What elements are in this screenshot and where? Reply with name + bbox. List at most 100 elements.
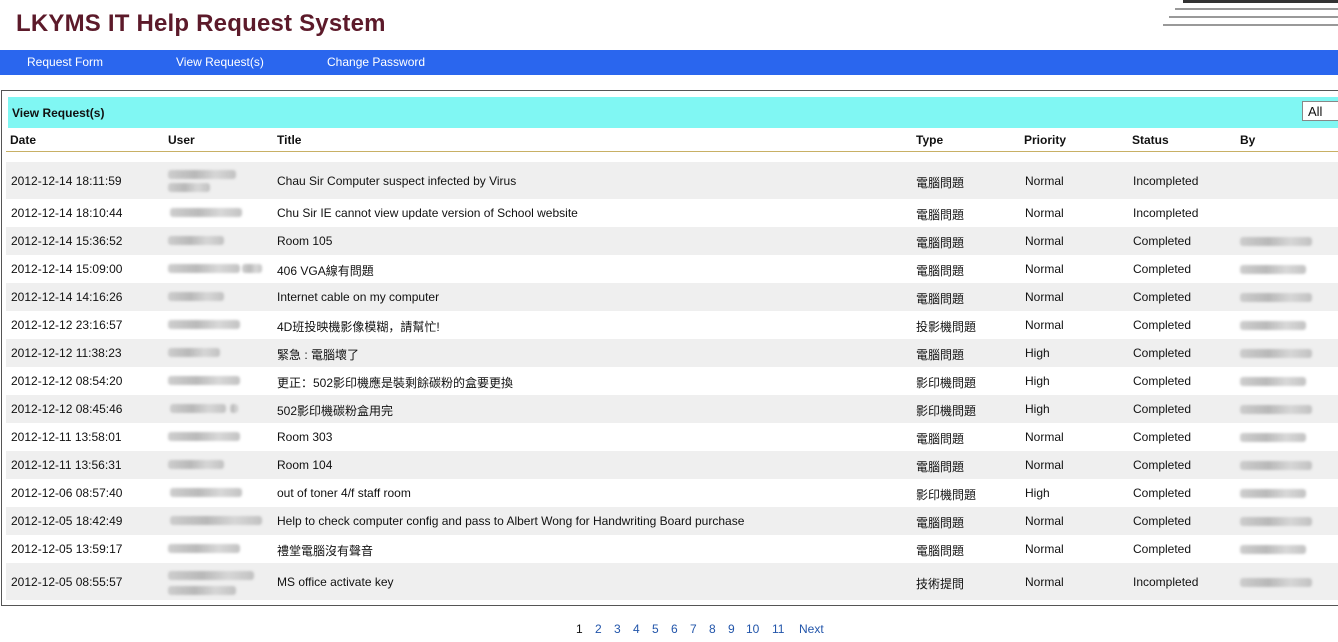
table-row[interactable]: 2012-12-05 18:42:49 Help to check compute… — [6, 507, 1338, 535]
redacted-user — [168, 432, 240, 441]
row-priority: Normal — [1025, 206, 1064, 220]
row-date: 2012-12-05 08:55:57 — [11, 575, 123, 589]
row-type: 電腦問題 — [916, 176, 965, 190]
redacted-user — [168, 586, 236, 595]
page-link-11[interactable]: 11 — [772, 622, 784, 636]
redacted-user — [242, 264, 262, 273]
redacted-user — [168, 376, 240, 385]
row-type: 電腦問題 — [916, 236, 965, 250]
nav-request-form[interactable]: Request Form — [27, 55, 103, 69]
col-header-type[interactable]: Type — [916, 133, 943, 147]
redacted-user — [170, 488, 242, 497]
row-type: 電腦問題 — [916, 544, 965, 558]
page-link-7[interactable]: 7 — [690, 622, 697, 636]
col-header-by[interactable]: By — [1240, 133, 1255, 147]
row-priority: Normal — [1025, 542, 1064, 556]
page-link-3[interactable]: 3 — [614, 622, 621, 636]
table-row[interactable]: 2012-12-11 13:58:01 Room 303 電腦問題 Normal Com… — [6, 423, 1338, 451]
row-date: 2012-12-14 14:16:26 — [11, 290, 123, 304]
table-row[interactable]: 2012-12-12 11:38:23 緊急 : 電腦壞了 電腦問題 High Comp… — [6, 339, 1338, 367]
row-title[interactable]: Chu Sir IE cannot view update version of… — [277, 206, 578, 220]
row-type: 電腦問題 — [916, 264, 965, 278]
col-header-priority[interactable]: Priority — [1024, 133, 1066, 147]
col-header-status[interactable]: Status — [1132, 133, 1169, 147]
row-title[interactable]: 4D班投映機影像模糊，請幫忙! — [277, 318, 440, 335]
row-date: 2012-12-11 13:58:01 — [11, 430, 122, 444]
redacted-user — [230, 404, 238, 413]
redacted-user — [168, 320, 240, 329]
table-row[interactable]: 2012-12-12 08:45:46 502影印機碳粉盒用完 影印機問題 High C… — [6, 395, 1338, 423]
row-priority: Normal — [1025, 430, 1064, 444]
table-row[interactable]: 2012-12-14 18:10:44 Chu Sir IE cannot vie… — [6, 199, 1338, 227]
redacted-user — [170, 208, 242, 217]
nav-view-requests[interactable]: View Request(s) — [176, 55, 264, 69]
table-row[interactable]: 2012-12-06 08:57:40 out of toner 4/f staf… — [6, 479, 1338, 507]
row-title[interactable]: Help to check computer config and pass t… — [277, 514, 744, 528]
panel-title: View Request(s) — [12, 106, 105, 120]
row-date: 2012-12-14 18:10:44 — [11, 206, 123, 220]
row-status: Completed — [1133, 402, 1192, 416]
row-title[interactable]: Room 303 — [277, 430, 332, 444]
table-row[interactable]: 2012-12-14 15:36:52 Room 105 電腦問題 Normal Com… — [6, 227, 1338, 255]
col-header-user[interactable]: User — [168, 133, 195, 147]
row-priority: Normal — [1025, 318, 1064, 332]
nav-change-password[interactable]: Change Password — [327, 55, 425, 69]
row-priority: High — [1025, 346, 1050, 360]
table-row[interactable]: 2012-12-12 08:54:20 更正：502影印機應是裝剩餘碳粉的盒要更換… — [6, 367, 1338, 395]
redacted-user — [168, 571, 254, 580]
row-title[interactable]: 禮堂電腦沒有聲音 — [277, 542, 373, 559]
logo-lines — [1163, 0, 1338, 26]
row-title[interactable]: MS office activate key — [277, 575, 394, 589]
row-type: 影印機問題 — [916, 488, 977, 502]
redacted-assignee — [1240, 377, 1306, 386]
table-row[interactable]: 2012-12-05 13:59:17 禮堂電腦沒有聲音 電腦問題 Normal Com… — [6, 535, 1338, 563]
redacted-user — [168, 264, 240, 273]
page-link-8[interactable]: 8 — [709, 622, 716, 636]
row-priority: High — [1025, 402, 1050, 416]
redacted-user — [168, 236, 224, 245]
redacted-assignee — [1240, 349, 1312, 358]
row-title[interactable]: out of toner 4/f staff room — [277, 486, 411, 500]
row-date: 2012-12-12 23:16:57 — [11, 318, 123, 332]
page-link-4[interactable]: 4 — [633, 622, 640, 636]
row-status: Completed — [1133, 542, 1192, 556]
page-link-9[interactable]: 9 — [728, 622, 735, 636]
row-priority: Normal — [1025, 575, 1064, 589]
next-page-link[interactable]: Next — [799, 622, 824, 636]
row-title[interactable]: 更正：502影印機應是裝剩餘碳粉的盒要更換 — [277, 374, 513, 391]
row-date: 2012-12-12 08:45:46 — [11, 402, 123, 416]
page-link-5[interactable]: 5 — [652, 622, 659, 636]
status-filter-select[interactable]: All — [1302, 101, 1338, 121]
row-date: 2012-12-14 15:09:00 — [11, 262, 123, 276]
row-title[interactable]: 406 VGA線有問題 — [277, 262, 374, 279]
page-link-10[interactable]: 10 — [746, 622, 759, 636]
redacted-user — [168, 544, 240, 553]
col-header-title[interactable]: Title — [277, 133, 301, 147]
row-title[interactable]: Chau Sir Computer suspect infected by Vi… — [277, 174, 516, 188]
row-status: Completed — [1133, 318, 1192, 332]
row-type: 電腦問題 — [916, 516, 965, 530]
row-title[interactable]: Internet cable on my computer — [277, 290, 439, 304]
redacted-assignee — [1240, 489, 1306, 498]
table-row[interactable]: 2012-12-05 08:55:57 MS office activate ke… — [6, 563, 1338, 600]
table-row[interactable]: 2012-12-14 18:11:59 Chau Sir Computer sus… — [6, 162, 1338, 199]
page-link-1: 1 — [576, 622, 583, 636]
col-header-date[interactable]: Date — [10, 133, 36, 147]
redacted-user — [168, 292, 224, 301]
row-type: 影印機問題 — [916, 376, 977, 390]
table-row[interactable]: 2012-12-14 14:16:26 Internet cable on my … — [6, 283, 1338, 311]
redacted-user — [168, 348, 220, 357]
page-link-6[interactable]: 6 — [671, 622, 678, 636]
table-row[interactable]: 2012-12-12 23:16:57 4D班投映機影像模糊，請幫忙! 投影機問題 N… — [6, 311, 1338, 339]
row-title[interactable]: Room 105 — [277, 234, 332, 248]
page-link-2[interactable]: 2 — [595, 622, 602, 636]
row-title[interactable]: Room 104 — [277, 458, 332, 472]
row-status: Completed — [1133, 262, 1192, 276]
row-status: Completed — [1133, 234, 1192, 248]
table-row[interactable]: 2012-12-11 13:56:31 Room 104 電腦問題 Normal Com… — [6, 451, 1338, 479]
redacted-user — [168, 170, 236, 179]
row-title[interactable]: 502影印機碳粉盒用完 — [277, 402, 393, 419]
row-date: 2012-12-11 13:56:31 — [11, 458, 122, 472]
row-title[interactable]: 緊急 : 電腦壞了 — [277, 346, 359, 363]
table-row[interactable]: 2012-12-14 15:09:00 406 VGA線有問題 電腦問題 Normal… — [6, 255, 1338, 283]
